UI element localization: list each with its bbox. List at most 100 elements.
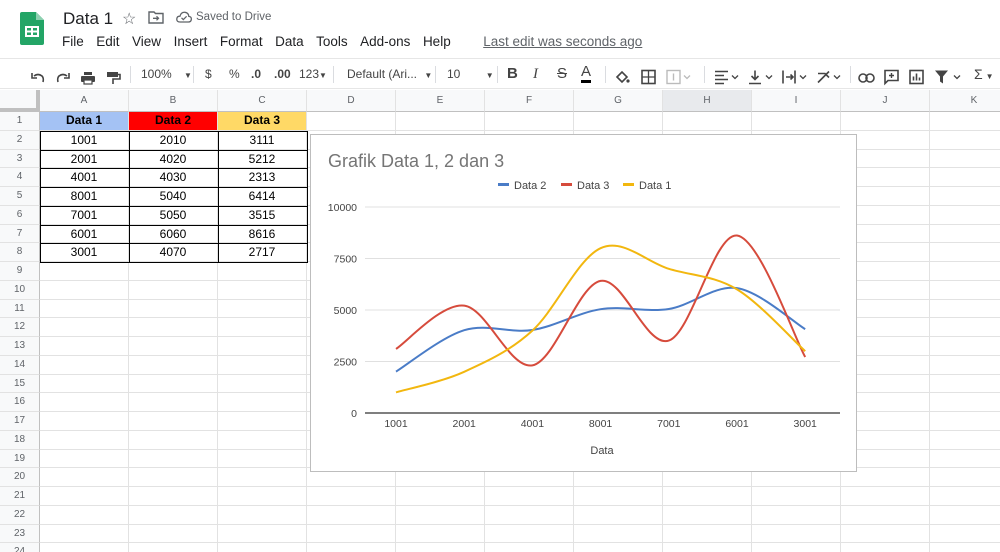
row-header-8[interactable]: 8 xyxy=(0,243,40,262)
decrease-decimal-button[interactable]: .0 xyxy=(251,63,261,85)
row-header-19[interactable]: 19 xyxy=(0,449,40,469)
row-header-14[interactable]: 14 xyxy=(0,355,40,375)
merge-cells-icon[interactable] xyxy=(666,66,694,88)
menu-edit[interactable]: Edit xyxy=(96,34,119,52)
column-header-f[interactable]: F xyxy=(485,90,574,112)
undo-icon[interactable] xyxy=(30,67,46,89)
menu-tools[interactable]: Tools xyxy=(316,34,348,52)
row-header-3[interactable]: 3 xyxy=(0,149,40,169)
filter-icon[interactable] xyxy=(934,66,964,88)
increase-decimal-button[interactable]: .00 xyxy=(274,63,291,85)
menu-file[interactable]: File xyxy=(62,34,84,52)
x-tick-label: 8001 xyxy=(589,418,613,430)
italic-button[interactable]: I xyxy=(533,63,538,85)
column-header-d[interactable]: D xyxy=(307,90,396,112)
series-line-data-2[interactable] xyxy=(395,286,806,373)
header-cell[interactable]: Data 1 xyxy=(40,112,128,130)
column-header-h[interactable]: H xyxy=(663,90,752,112)
menu-help[interactable]: Help xyxy=(423,34,451,52)
percent-button[interactable]: % xyxy=(229,63,240,85)
menu-data[interactable]: Data xyxy=(275,34,304,52)
strikethrough-button[interactable]: S xyxy=(557,63,567,85)
legend-label[interactable]: Data 3 xyxy=(577,180,609,192)
row-header-22[interactable]: 22 xyxy=(0,505,40,525)
row-header-6[interactable]: 6 xyxy=(0,205,40,225)
toolbar-divider xyxy=(130,66,131,83)
row-header-21[interactable]: 21 xyxy=(0,487,40,506)
header-cell[interactable]: Data 3 xyxy=(218,112,306,130)
row-header-1[interactable]: 1 xyxy=(0,112,40,131)
star-icon[interactable]: ☆ xyxy=(122,9,136,29)
row-header-7[interactable]: 7 xyxy=(0,224,40,244)
column-header-g[interactable]: G xyxy=(574,90,663,112)
print-icon[interactable] xyxy=(80,67,96,89)
zoom-select[interactable]: 100% ▼ xyxy=(141,63,192,85)
column-header-c[interactable]: C xyxy=(218,90,307,112)
header-cell[interactable]: Data 2 xyxy=(129,112,217,130)
column-header-j[interactable]: J xyxy=(841,90,930,112)
series-line-data-3[interactable] xyxy=(395,234,807,367)
row-header-11[interactable]: 11 xyxy=(0,299,40,319)
insert-link-icon[interactable] xyxy=(858,67,875,89)
font-family-select[interactable]: Default (Ari... ▼ xyxy=(347,63,432,85)
toolbar-divider xyxy=(850,66,851,83)
row-header-12[interactable]: 12 xyxy=(0,318,40,337)
column-header-i[interactable]: I xyxy=(752,90,841,112)
column-header-e[interactable]: E xyxy=(396,90,485,112)
legend-label[interactable]: Data 1 xyxy=(639,180,671,192)
text-rotation-icon[interactable] xyxy=(816,66,844,88)
legend-label[interactable]: Data 2 xyxy=(514,180,546,192)
document-title[interactable]: Data 1 xyxy=(63,9,113,29)
x-tick-label: 7001 xyxy=(657,418,681,430)
cell-border xyxy=(40,205,130,226)
more-formats-button[interactable]: 123▼ xyxy=(299,63,327,85)
cell-border xyxy=(129,168,219,188)
menu-insert[interactable]: Insert xyxy=(174,34,208,52)
column-header-a[interactable]: A xyxy=(40,90,129,112)
more-formats-label: 123 xyxy=(299,67,320,81)
menu-format[interactable]: Format xyxy=(220,34,263,52)
row-header-9[interactable]: 9 xyxy=(0,262,40,281)
row-header-2[interactable]: 2 xyxy=(0,130,40,150)
text-wrapping-icon[interactable] xyxy=(782,66,810,88)
toolbar: 100% ▼ $ % .0 .00 123▼ Default (Ari... ▼… xyxy=(0,58,1000,89)
vertical-align-icon[interactable] xyxy=(748,66,776,88)
menu-addons[interactable]: Add-ons xyxy=(360,34,410,52)
move-folder-icon[interactable] xyxy=(148,10,164,24)
paint-format-icon[interactable] xyxy=(105,67,121,89)
font-size-select[interactable]: 10 ▼ xyxy=(447,63,494,85)
row-header-23[interactable]: 23 xyxy=(0,524,40,544)
cell-border xyxy=(129,187,219,207)
row-header-10[interactable]: 10 xyxy=(0,280,40,300)
line-chart[interactable]: Grafik Data 1, 2 dan 3 Data 2 Data 3 Data … xyxy=(310,134,857,472)
column-header-k[interactable]: K xyxy=(930,90,1000,112)
row-header-4[interactable]: 4 xyxy=(0,168,40,187)
row-header-17[interactable]: 17 xyxy=(0,412,40,431)
series-line-data-1[interactable] xyxy=(395,244,806,394)
column-header-b[interactable]: B xyxy=(129,90,218,112)
row-header-24[interactable]: 24 xyxy=(0,543,40,552)
last-edit-link[interactable]: Last edit was seconds ago xyxy=(483,34,642,52)
cloud-saved-icon[interactable] xyxy=(176,11,192,23)
row-header-18[interactable]: 18 xyxy=(0,430,40,450)
fill-color-icon[interactable] xyxy=(614,66,630,88)
text-color-button[interactable]: A xyxy=(581,63,592,83)
borders-icon[interactable] xyxy=(641,66,656,88)
zoom-value: 100% xyxy=(141,67,172,81)
functions-button[interactable]: Σ ▼ xyxy=(974,63,994,85)
menu-view[interactable]: View xyxy=(132,34,161,52)
horizontal-align-icon[interactable] xyxy=(714,66,742,88)
insert-comment-icon[interactable] xyxy=(884,66,899,88)
chart-title[interactable]: Grafik Data 1, 2 dan 3 xyxy=(328,151,504,171)
row-header-13[interactable]: 13 xyxy=(0,337,40,356)
currency-button[interactable]: $ xyxy=(205,63,212,85)
select-all-corner[interactable] xyxy=(0,90,40,112)
row-header-16[interactable]: 16 xyxy=(0,393,40,412)
redo-icon[interactable] xyxy=(55,67,71,89)
bold-button[interactable]: B xyxy=(507,63,518,85)
row-header-5[interactable]: 5 xyxy=(0,187,40,206)
row-header-20[interactable]: 20 xyxy=(0,468,40,487)
sheets-logo-icon[interactable] xyxy=(20,12,44,45)
insert-chart-icon[interactable] xyxy=(909,66,924,88)
row-header-15[interactable]: 15 xyxy=(0,374,40,394)
